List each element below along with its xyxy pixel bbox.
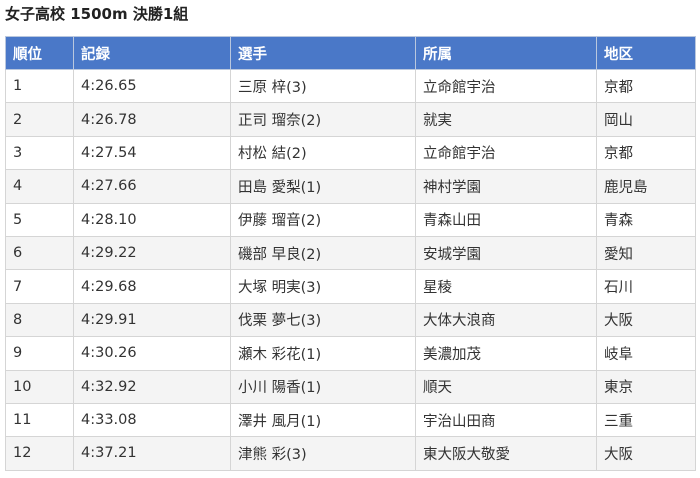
rank-cell: 11 bbox=[5, 402, 74, 438]
header-record: 記録 bbox=[73, 36, 231, 70]
affiliation-cell: 大体大浪商 bbox=[415, 302, 597, 338]
affiliation-cell: 立命館宇治 bbox=[415, 68, 597, 104]
region-cell: 東京 bbox=[596, 369, 696, 404]
athlete-cell: 村松 結(2) bbox=[230, 135, 416, 171]
rank-cell: 1 bbox=[5, 68, 74, 104]
affiliation-cell: 青森山田 bbox=[415, 202, 597, 237]
page-title: 女子高校 1500m 決勝1組 bbox=[5, 5, 189, 23]
region-cell: 愛知 bbox=[596, 235, 696, 271]
athlete-cell: 大塚 明実(3) bbox=[230, 269, 416, 304]
record-cell: 4:37.21 bbox=[73, 436, 231, 471]
region-cell: 三重 bbox=[596, 402, 696, 438]
record-cell: 4:29.68 bbox=[73, 269, 231, 304]
table-row: 6 4:29.22 磯部 早良(2) 安城学園 愛知 bbox=[5, 235, 696, 271]
region-cell: 京都 bbox=[596, 135, 696, 171]
affiliation-cell: 星稜 bbox=[415, 269, 597, 304]
athlete-cell: 津熊 彩(3) bbox=[230, 436, 416, 471]
record-cell: 4:26.65 bbox=[73, 68, 231, 104]
record-cell: 4:28.10 bbox=[73, 202, 231, 237]
rank-cell: 5 bbox=[5, 202, 74, 237]
region-cell: 京都 bbox=[596, 68, 696, 104]
athlete-cell: 伊藤 瑠音(2) bbox=[230, 202, 416, 237]
header-athlete: 選手 bbox=[230, 36, 416, 70]
affiliation-cell: 立命館宇治 bbox=[415, 135, 597, 171]
affiliation-cell: 安城学園 bbox=[415, 235, 597, 271]
table-row: 5 4:28.10 伊藤 瑠音(2) 青森山田 青森 bbox=[5, 202, 696, 237]
table-row: 9 4:30.26 瀬木 彩花(1) 美濃加茂 岐阜 bbox=[5, 336, 696, 371]
affiliation-cell: 宇治山田商 bbox=[415, 402, 597, 438]
results-body: 1 4:26.65 三原 梓(3) 立命館宇治 京都 2 4:26.78 正司 瑠奈(2) 就実… bbox=[5, 68, 696, 471]
table-row: 12 4:37.21 津熊 彩(3) 東大阪大敬愛 大阪 bbox=[5, 436, 696, 471]
record-cell: 4:30.26 bbox=[73, 336, 231, 371]
athlete-cell: 正司 瑠奈(2) bbox=[230, 102, 416, 137]
region-cell: 大阪 bbox=[596, 436, 696, 471]
rank-cell: 9 bbox=[5, 336, 74, 371]
region-cell: 岡山 bbox=[596, 102, 696, 137]
header-rank: 順位 bbox=[5, 36, 74, 70]
rank-cell: 3 bbox=[5, 135, 74, 171]
athlete-cell: 伐栗 夢七(3) bbox=[230, 302, 416, 338]
rank-cell: 6 bbox=[5, 235, 74, 271]
rank-cell: 12 bbox=[5, 436, 74, 471]
rank-cell: 10 bbox=[5, 369, 74, 404]
athlete-cell: 磯部 早良(2) bbox=[230, 235, 416, 271]
table-row: 3 4:27.54 村松 結(2) 立命館宇治 京都 bbox=[5, 135, 696, 171]
region-cell: 青森 bbox=[596, 202, 696, 237]
affiliation-cell: 東大阪大敬愛 bbox=[415, 436, 597, 471]
table-row: 10 4:32.92 小川 陽香(1) 順天 東京 bbox=[5, 369, 696, 404]
athlete-cell: 澤井 風月(1) bbox=[230, 402, 416, 438]
affiliation-cell: 神村学園 bbox=[415, 169, 597, 204]
table-row: 1 4:26.65 三原 梓(3) 立命館宇治 京都 bbox=[5, 68, 696, 104]
region-cell: 大阪 bbox=[596, 302, 696, 338]
header-affiliation: 所属 bbox=[415, 36, 597, 70]
record-cell: 4:33.08 bbox=[73, 402, 231, 438]
athlete-cell: 瀬木 彩花(1) bbox=[230, 336, 416, 371]
athlete-cell: 田島 愛梨(1) bbox=[230, 169, 416, 204]
rank-cell: 4 bbox=[5, 169, 74, 204]
record-cell: 4:29.22 bbox=[73, 235, 231, 271]
affiliation-cell: 就実 bbox=[415, 102, 597, 137]
table-row: 4 4:27.66 田島 愛梨(1) 神村学園 鹿児島 bbox=[5, 169, 696, 204]
table-row: 11 4:33.08 澤井 風月(1) 宇治山田商 三重 bbox=[5, 402, 696, 438]
header-row: 順位 記録 選手 所属 地区 bbox=[5, 36, 696, 70]
record-cell: 4:27.66 bbox=[73, 169, 231, 204]
athlete-cell: 小川 陽香(1) bbox=[230, 369, 416, 404]
region-cell: 鹿児島 bbox=[596, 169, 696, 204]
table-row: 7 4:29.68 大塚 明実(3) 星稜 石川 bbox=[5, 269, 696, 304]
table-row: 2 4:26.78 正司 瑠奈(2) 就実 岡山 bbox=[5, 102, 696, 137]
results-table: 順位 記録 選手 所属 地区 1 4:26.65 三原 梓(3) 立命館宇治 京都 2 4:… bbox=[5, 36, 696, 471]
record-cell: 4:29.91 bbox=[73, 302, 231, 338]
header-region: 地区 bbox=[596, 36, 696, 70]
region-cell: 岐阜 bbox=[596, 336, 696, 371]
record-cell: 4:32.92 bbox=[73, 369, 231, 404]
affiliation-cell: 美濃加茂 bbox=[415, 336, 597, 371]
record-cell: 4:26.78 bbox=[73, 102, 231, 137]
rank-cell: 2 bbox=[5, 102, 74, 137]
athlete-cell: 三原 梓(3) bbox=[230, 68, 416, 104]
region-cell: 石川 bbox=[596, 269, 696, 304]
table-row: 8 4:29.91 伐栗 夢七(3) 大体大浪商 大阪 bbox=[5, 302, 696, 338]
rank-cell: 8 bbox=[5, 302, 74, 338]
affiliation-cell: 順天 bbox=[415, 369, 597, 404]
rank-cell: 7 bbox=[5, 269, 74, 304]
record-cell: 4:27.54 bbox=[73, 135, 231, 171]
